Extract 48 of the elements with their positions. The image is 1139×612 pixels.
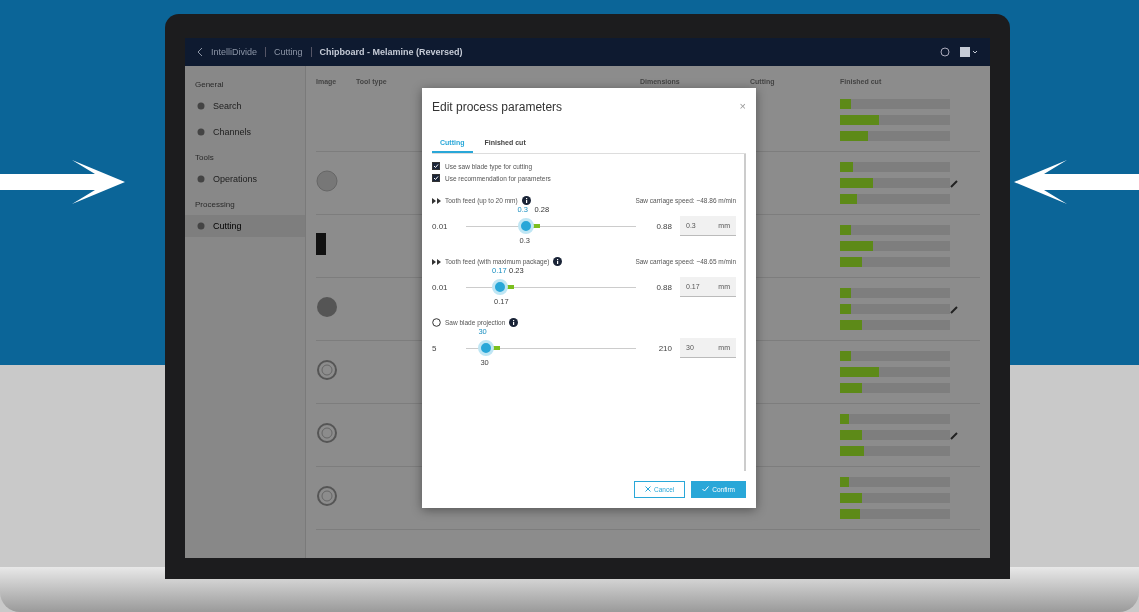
sidebar-section-title: Tools (194, 152, 215, 164)
info-icon[interactable] (509, 318, 519, 327)
slider-thumb[interactable] (492, 278, 508, 295)
slider-thumb[interactable] (478, 339, 495, 356)
slider-max: 0.88 (655, 221, 672, 231)
sidebar-section-title: Processing (194, 199, 236, 211)
ring-icon (316, 359, 338, 381)
info-icon[interactable] (553, 257, 563, 266)
ring-icon (316, 422, 338, 444)
user-menu-icon[interactable] (960, 47, 978, 57)
disc-icon (316, 296, 338, 318)
pencil-icon[interactable] (950, 180, 958, 188)
arrow-icon (1014, 160, 1139, 204)
circle-icon (432, 318, 441, 327)
slider-min: 0.01 (432, 282, 449, 292)
slider-max: 0.88 (655, 282, 672, 292)
pencil-icon[interactable] (950, 306, 958, 314)
menu-item-icon (197, 128, 205, 136)
ring-icon (316, 485, 338, 507)
sidebar-item[interactable]: Cutting (185, 215, 305, 237)
breadcrumb-item[interactable]: Chipboard - Melamine (Reversed) (319, 47, 463, 57)
pencil-icon[interactable] (950, 432, 958, 440)
checkbox[interactable] (432, 174, 440, 182)
tool-image-icon (316, 233, 326, 255)
double-arrow-icon (432, 197, 441, 204)
sidebar-section-title: General (194, 79, 225, 91)
help-icon[interactable] (940, 47, 950, 57)
sidebar-item[interactable]: Operations (185, 168, 305, 190)
double-arrow-icon (432, 258, 441, 265)
menu-item-icon (197, 102, 205, 110)
slider-max: 210 (657, 343, 672, 353)
dialog-title: Edit process parameters (432, 100, 563, 114)
menu-item-icon (197, 175, 205, 183)
slider-thumb[interactable] (517, 217, 534, 234)
close-icon (645, 486, 651, 492)
slider-min: 5 (432, 343, 438, 353)
sidebar-item[interactable]: Search (185, 95, 305, 117)
checkbox[interactable] (432, 162, 440, 170)
saw-blade-icon (316, 170, 338, 192)
menu-item-icon (197, 222, 205, 230)
info-icon[interactable] (521, 196, 531, 205)
check-icon (702, 486, 710, 492)
sidebar-item[interactable]: Channels (185, 121, 305, 143)
slider-min: 0.01 (432, 221, 449, 231)
breadcrumb-item[interactable]: IntelliDivide (211, 47, 258, 57)
back-icon[interactable] (197, 48, 203, 56)
breadcrumb-item[interactable]: Cutting (274, 47, 303, 57)
arrow-icon (0, 160, 125, 204)
